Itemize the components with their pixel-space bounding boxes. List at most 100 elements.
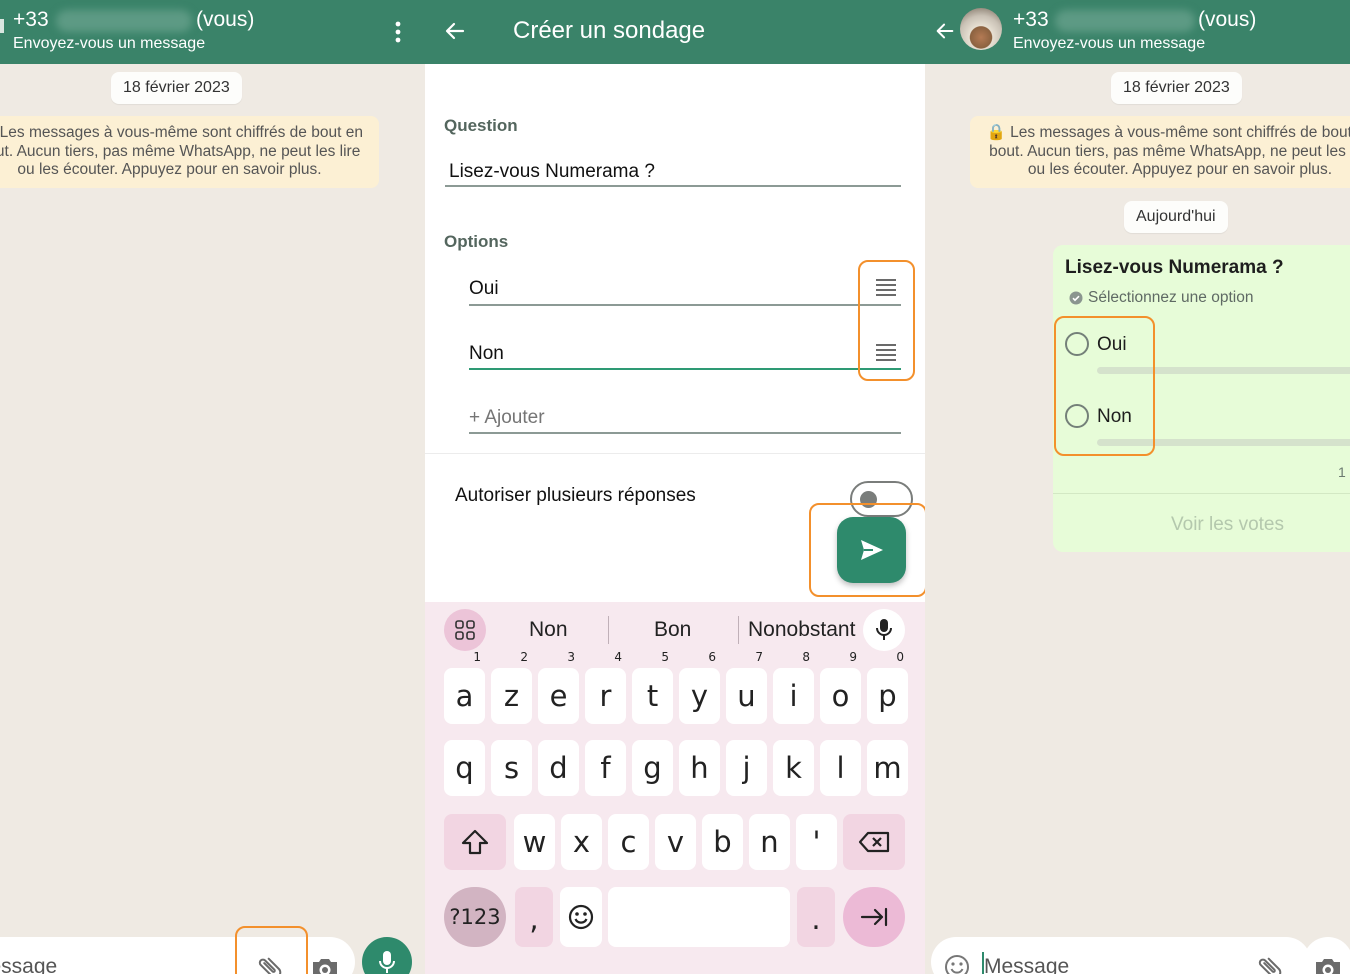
key-k[interactable]: k — [773, 740, 814, 796]
option-underline-2 — [469, 368, 901, 370]
key-label: h — [690, 751, 709, 785]
key-o[interactable]: o9 — [820, 650, 861, 724]
question-input[interactable]: Lisez-vous Numerama ? — [449, 161, 655, 183]
camera-button[interactable] — [1303, 937, 1350, 974]
key-label: w — [522, 825, 547, 859]
drag-handles-highlight — [858, 260, 915, 381]
message-placeholder: Message — [0, 955, 58, 974]
key-label: d — [549, 751, 568, 785]
key-label: p — [878, 679, 897, 713]
poll-time: 1 — [1338, 464, 1346, 480]
key-u[interactable]: u7 — [726, 650, 767, 724]
key-label: u — [737, 679, 756, 713]
shift-key[interactable] — [444, 814, 506, 870]
key-y[interactable]: y6 — [679, 650, 720, 724]
emoji-key[interactable] — [560, 887, 602, 947]
back-arrow-icon[interactable] — [443, 19, 467, 43]
suggestion-3[interactable]: Nonobstant — [748, 618, 855, 642]
keyboard-apps-button[interactable] — [444, 609, 486, 651]
key-f[interactable]: f — [585, 740, 626, 796]
key-label: k — [785, 751, 802, 785]
right-chat-panel: +33 (vous) Envoyez-vous un message 18 fé… — [925, 0, 1350, 974]
suggestion-2[interactable]: Bon — [654, 618, 691, 642]
key-number-hint: 8 — [802, 650, 810, 664]
view-votes-button[interactable]: Voir les votes — [1171, 514, 1284, 536]
back-arrow-icon[interactable] — [934, 20, 956, 42]
key-i[interactable]: i8 — [773, 650, 814, 724]
key-v[interactable]: v — [655, 814, 696, 870]
key-apostrophe[interactable]: ' — [796, 814, 837, 870]
key-x[interactable]: x — [561, 814, 602, 870]
key-label: i — [789, 679, 798, 713]
key-h[interactable]: h — [679, 740, 720, 796]
key-s[interactable]: s — [491, 740, 532, 796]
emoji-icon[interactable] — [944, 954, 970, 974]
chat-header[interactable]: +33 (vous) Envoyez-vous un message — [925, 0, 1350, 64]
next-key[interactable] — [843, 887, 905, 947]
question-label: Question — [444, 116, 518, 135]
key-number-hint: 4 — [614, 650, 622, 664]
add-option-input[interactable]: + Ajouter — [469, 407, 545, 429]
options-label: Options — [444, 232, 509, 251]
key-c[interactable]: c — [608, 814, 649, 870]
key-number-hint: 1 — [473, 650, 481, 664]
left-chat-panel: +33 (vous) Envoyez-vous un message 18 fé… — [0, 0, 425, 974]
key-number-hint: 6 — [708, 650, 716, 664]
key-b[interactable]: b — [702, 814, 743, 870]
key-number-hint: 0 — [896, 650, 904, 664]
key-d[interactable]: d — [538, 740, 579, 796]
key-z[interactable]: z2 — [491, 650, 532, 724]
voice-input-button[interactable] — [863, 609, 905, 651]
encryption-notice[interactable]: 🔒 Les messages à vous-même sont chiffrés… — [0, 116, 379, 188]
key-w[interactable]: w — [514, 814, 555, 870]
key-label: m — [873, 751, 902, 785]
option-input-1[interactable]: Oui — [469, 278, 499, 300]
key-number-hint: 5 — [661, 650, 669, 664]
key-q[interactable]: q — [444, 740, 485, 796]
more-vert-icon[interactable] — [390, 20, 406, 44]
chat-header[interactable]: +33 (vous) Envoyez-vous un message — [0, 0, 425, 64]
comma-key[interactable]: , — [515, 887, 553, 947]
period-key[interactable]: . — [797, 887, 835, 947]
redacted-phone — [1055, 10, 1195, 32]
key-l[interactable]: l — [820, 740, 861, 796]
option-underline-1 — [469, 304, 901, 306]
space-key[interactable] — [608, 887, 790, 947]
option-input-2[interactable]: Non — [469, 343, 504, 365]
contact-name-suffix: (vous) — [1198, 8, 1257, 31]
key-label: q — [455, 751, 474, 785]
backspace-key[interactable] — [843, 814, 905, 870]
poll-question: Lisez-vous Numerama ? — [1065, 257, 1284, 278]
mic-icon — [379, 951, 395, 973]
key-label: n — [760, 825, 779, 859]
suggestion-1[interactable]: Non — [529, 618, 568, 642]
suggestion-separator — [608, 616, 609, 644]
key-r[interactable]: r4 — [585, 650, 626, 724]
message-input[interactable]: Message — [931, 937, 1311, 974]
key-a[interactable]: a1 — [444, 650, 485, 724]
key-p[interactable]: p0 — [867, 650, 908, 724]
key-j[interactable]: j — [726, 740, 767, 796]
key-g[interactable]: g — [632, 740, 673, 796]
key-label: y — [690, 679, 709, 713]
symbols-key[interactable]: ?123 — [444, 887, 506, 947]
key-n[interactable]: n — [749, 814, 790, 870]
key-label: b — [713, 825, 732, 859]
key-label: a — [455, 679, 474, 713]
key-e[interactable]: e3 — [538, 650, 579, 724]
attach-highlight — [235, 926, 308, 974]
paperclip-icon[interactable] — [1255, 953, 1285, 974]
key-m[interactable]: m — [867, 740, 908, 796]
key-label: o — [831, 679, 850, 713]
key-t[interactable]: t5 — [632, 650, 673, 724]
shift-icon — [461, 829, 489, 855]
mic-button[interactable] — [362, 937, 412, 974]
key-number-hint: 3 — [567, 650, 575, 664]
encryption-notice[interactable]: 🔒 Les messages à vous-même sont chiffrés… — [970, 116, 1350, 188]
camera-icon[interactable] — [310, 955, 340, 974]
key-label: s — [503, 751, 520, 785]
key-number-hint: 7 — [755, 650, 763, 664]
key-label: g — [643, 751, 662, 785]
avatar[interactable] — [960, 8, 1002, 50]
poll-divider — [1053, 493, 1350, 494]
